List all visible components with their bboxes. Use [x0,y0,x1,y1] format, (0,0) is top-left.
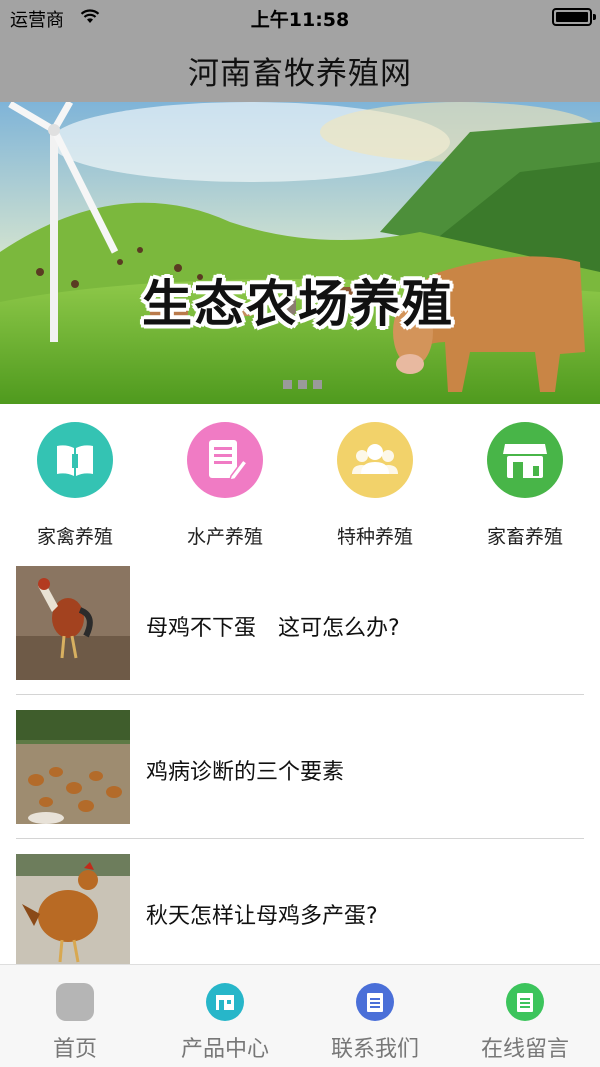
store-icon [206,983,244,1021]
tab-label: 在线留言 [480,1037,569,1062]
carousel-dot[interactable] [313,380,322,389]
clock: 上午11:58 [250,9,350,31]
tab-label: 联系我们 [330,1037,419,1062]
tab-label: 首页 [52,1037,97,1062]
contact-card-icon [356,983,394,1021]
carousel-dot[interactable] [283,380,292,389]
banner-headline: 生态农场养殖 [142,275,454,333]
divider [16,694,584,695]
tab-products[interactable]: 产品中心 [150,983,300,1063]
category-aquaculture[interactable]: 水产养殖 [165,422,285,549]
news-thumbnail [16,854,130,968]
nav-bar: 河南畜牧养殖网 [0,34,600,102]
category-livestock[interactable]: 家畜养殖 [465,422,585,549]
shop-icon [487,422,563,498]
list-item[interactable]: 母鸡不下蛋 这可怎么办? [16,566,584,710]
home-icon [56,983,94,1021]
page-title: 河南畜牧养殖网 [188,56,412,92]
document-edit-icon [187,422,263,498]
tab-message[interactable]: 在线留言 [450,983,600,1063]
news-title: 秋天怎样让母鸡多产蛋? [146,904,378,929]
carousel-indicator[interactable] [283,380,322,389]
category-grid: 家禽养殖 水产养殖 特种养殖 家畜养殖 [0,404,600,552]
tab-home[interactable]: 首页 [0,983,150,1063]
tab-label: 产品中心 [180,1037,269,1062]
book-icon [37,422,113,498]
message-note-icon [506,983,544,1021]
news-title: 鸡病诊断的三个要素 [146,760,345,785]
category-label: 家禽养殖 [36,526,113,548]
category-label: 家畜养殖 [486,526,563,548]
tab-contact[interactable]: 联系我们 [300,983,450,1063]
people-icon [337,422,413,498]
carousel-dot[interactable] [298,380,307,389]
divider [16,838,584,839]
banner-image [0,102,600,404]
category-special[interactable]: 特种养殖 [315,422,435,549]
status-bar: 运营商 上午11:58 [0,0,600,34]
news-title: 母鸡不下蛋 这可怎么办? [146,616,400,641]
banner-carousel[interactable]: 生态农场养殖 [0,102,600,404]
battery-icon [552,8,596,26]
list-item[interactable]: 鸡病诊断的三个要素 [16,710,584,854]
news-thumbnail [16,566,130,680]
news-thumbnail [16,710,130,824]
category-label: 特种养殖 [336,526,413,548]
tab-bar: 首页 产品中心 联系我们 在线留言 [0,964,600,1067]
category-label: 水产养殖 [186,526,263,548]
category-poultry[interactable]: 家禽养殖 [15,422,135,549]
